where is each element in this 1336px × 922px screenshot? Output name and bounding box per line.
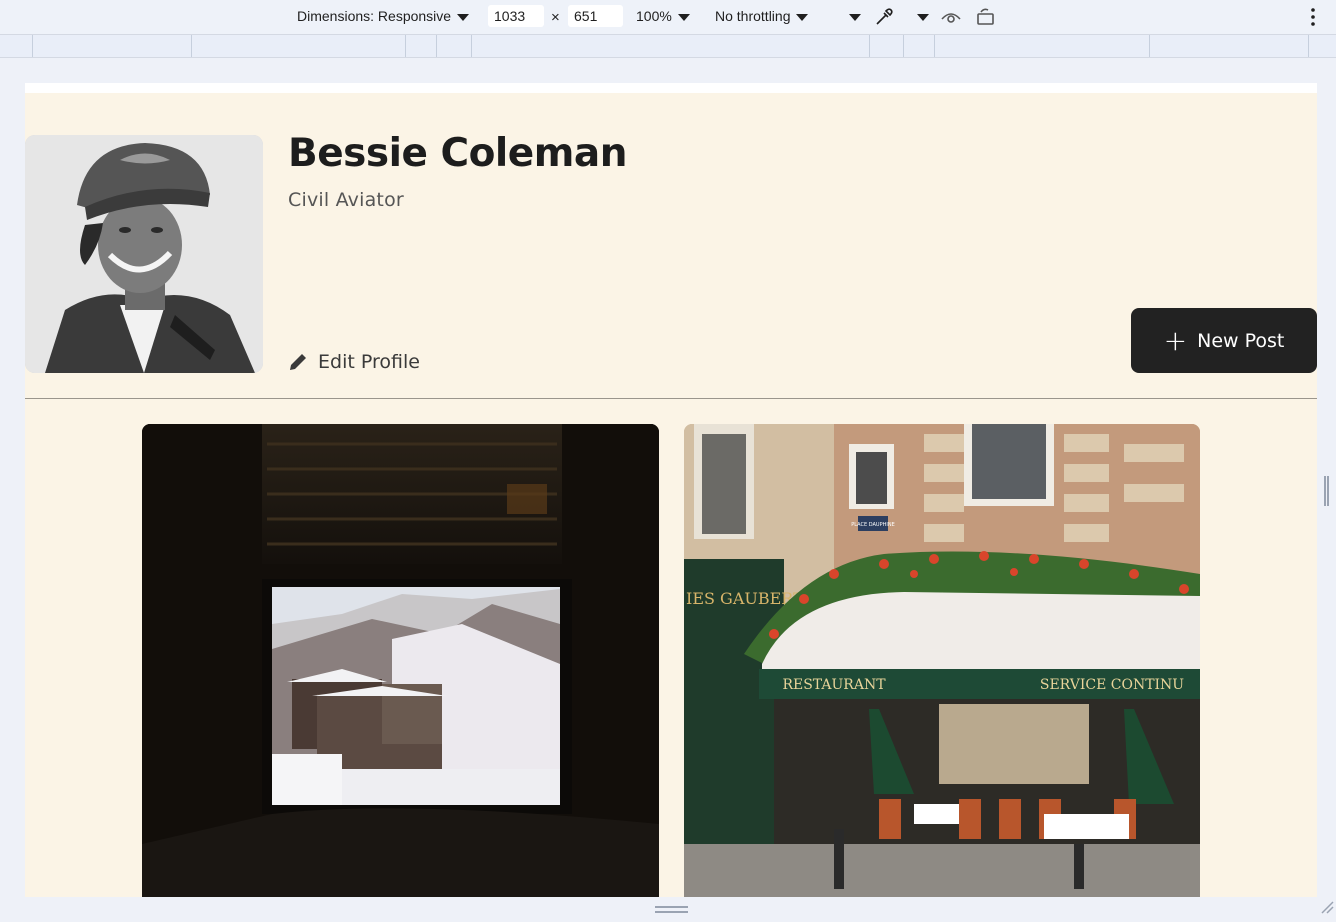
zoom-label: 100% bbox=[636, 8, 672, 24]
viewport-resize-handle-right[interactable] bbox=[1324, 476, 1329, 506]
chevron-down-icon bbox=[849, 13, 861, 21]
profile-divider bbox=[25, 398, 1317, 399]
devtools-device-toolbar: Dimensions: Responsive 1033 × 651 100% N… bbox=[0, 0, 1336, 35]
profile-role: Civil Aviator bbox=[288, 189, 404, 211]
corner-resize-icon[interactable] bbox=[1320, 900, 1334, 914]
awning-text-right: SERVICE CONTINU bbox=[1040, 677, 1184, 693]
throttling-dropdown[interactable]: No throttling bbox=[715, 8, 809, 24]
chevron-down-icon bbox=[796, 13, 809, 21]
chevron-down-icon bbox=[917, 13, 929, 21]
awning-text-left: RESTAURANT bbox=[782, 677, 886, 693]
viewport-resize-handle-bottom[interactable] bbox=[655, 906, 688, 913]
dimensions-label: Dimensions: Responsive bbox=[297, 8, 452, 24]
more-options-dropdown[interactable] bbox=[843, 8, 861, 24]
rotate-icon[interactable] bbox=[975, 6, 997, 31]
street-sign: PLACE DAUPHINE bbox=[851, 522, 894, 528]
plus-icon: + bbox=[1163, 323, 1188, 357]
post-image bbox=[142, 424, 659, 897]
new-post-button[interactable]: + New Post bbox=[1131, 308, 1317, 373]
post-image: PLACE DAUPHINE IES GAUBERT RESTAURANT SE… bbox=[684, 424, 1200, 897]
times-symbol: × bbox=[551, 9, 560, 26]
height-input[interactable]: 651 bbox=[568, 5, 623, 27]
sensor-dropdown[interactable] bbox=[911, 8, 929, 24]
edit-profile-button[interactable]: Edit Profile bbox=[288, 351, 420, 373]
profile-name: Bessie Coleman bbox=[288, 131, 627, 176]
media-query-ruler[interactable] bbox=[0, 35, 1336, 58]
vision-icon[interactable] bbox=[940, 7, 962, 30]
width-input[interactable]: 1033 bbox=[488, 5, 544, 27]
new-post-label: New Post bbox=[1197, 329, 1285, 352]
chevron-down-icon bbox=[457, 13, 470, 21]
profile-avatar bbox=[25, 135, 263, 373]
dimensions-dropdown[interactable]: Dimensions: Responsive bbox=[297, 8, 470, 24]
page-viewport: Bessie Coleman Civil Aviator Edit Profil… bbox=[25, 83, 1317, 897]
post-card[interactable] bbox=[142, 424, 659, 897]
chevron-down-icon bbox=[677, 13, 690, 21]
pencil-icon bbox=[290, 354, 306, 370]
zoom-dropdown[interactable]: 100% bbox=[636, 8, 690, 24]
kebab-menu-icon[interactable] bbox=[1307, 6, 1319, 31]
eyedropper-icon[interactable] bbox=[873, 6, 895, 31]
edit-profile-label: Edit Profile bbox=[318, 351, 420, 373]
throttling-label: No throttling bbox=[715, 8, 791, 24]
post-card[interactable]: PLACE DAUPHINE IES GAUBERT RESTAURANT SE… bbox=[684, 424, 1200, 897]
